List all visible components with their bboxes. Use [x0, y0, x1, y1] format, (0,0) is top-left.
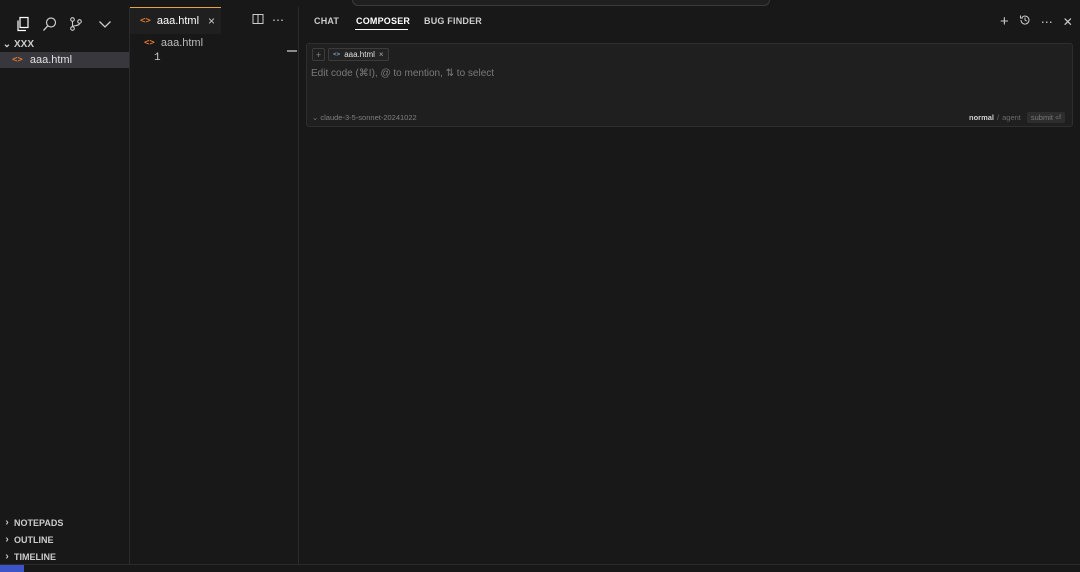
editor-actions: ⋯ — [252, 13, 284, 28]
section-label: OUTLINE — [14, 534, 54, 545]
chevron-right-icon: › — [5, 534, 9, 545]
source-control-icon[interactable] — [65, 13, 87, 35]
status-bar — [0, 564, 1080, 572]
sidebar: ⌄ XXX <> aaa.html › NOTEPADS › OUTLINE ›… — [0, 7, 130, 564]
close-icon[interactable]: × — [379, 50, 384, 59]
html-file-icon: <> — [140, 16, 151, 26]
minimap-marker — [287, 50, 297, 52]
tab-label: aaa.html — [156, 15, 200, 27]
mode-toggle: normal / agent submit ⏎ — [969, 112, 1066, 123]
explorer-root-folder[interactable]: ⌄ XXX — [0, 37, 129, 52]
command-center[interactable] — [352, 0, 770, 6]
line-number: 1 — [154, 52, 161, 64]
ai-pane: CHAT COMPOSER BUG FINDER + ⋯ ✕ + <> aaa.… — [299, 7, 1080, 564]
section-outline[interactable]: › OUTLINE — [0, 531, 129, 548]
section-timeline[interactable]: › TIMELINE — [0, 548, 129, 565]
active-tab-indicator — [355, 29, 408, 30]
composer-input[interactable]: Edit code (⌘I), @ to mention, ⇅ to selec… — [311, 68, 494, 79]
section-notepads[interactable]: › NOTEPADS — [0, 514, 129, 531]
breadcrumb[interactable]: <> aaa.html — [144, 37, 203, 49]
html-file-icon: <> — [12, 55, 23, 65]
chevron-right-icon: › — [5, 551, 9, 562]
split-editor-icon[interactable] — [252, 13, 264, 28]
pane-actions: + ⋯ ✕ — [1000, 13, 1073, 30]
explorer-icon[interactable] — [12, 13, 34, 35]
submit-button[interactable]: submit ⏎ — [1026, 112, 1066, 123]
close-icon[interactable]: ✕ — [1063, 15, 1073, 29]
new-chat-icon[interactable]: + — [1000, 13, 1009, 30]
add-context-button[interactable]: + — [312, 48, 325, 61]
breadcrumb-file: aaa.html — [160, 37, 204, 49]
search-icon[interactable] — [39, 13, 61, 35]
editor-group: <> aaa.html × ⋯ <> aaa.html 1 — [130, 7, 299, 564]
mode-separator: / — [997, 113, 1000, 122]
mode-normal[interactable]: normal — [969, 113, 994, 122]
tab-bug-finder[interactable]: BUG FINDER — [424, 16, 482, 26]
folder-name: XXX — [14, 39, 35, 50]
context-chip[interactable]: <> aaa.html × — [328, 48, 389, 61]
more-actions-icon[interactable]: ⋯ — [1041, 15, 1053, 29]
chevron-down-icon[interactable] — [94, 13, 116, 35]
tab-chat[interactable]: CHAT — [314, 16, 339, 26]
history-icon[interactable] — [1019, 14, 1031, 29]
file-name: aaa.html — [29, 54, 73, 66]
html-file-icon: <> — [333, 51, 341, 58]
tab-composer[interactable]: COMPOSER — [356, 16, 410, 26]
chevron-down-icon: ⌄ — [2, 39, 12, 50]
model-select[interactable]: ⌄ claude-3-5-sonnet-20241022 — [312, 113, 417, 122]
context-chip-label: aaa.html — [344, 50, 375, 59]
chevron-right-icon: › — [5, 517, 9, 528]
section-label: TIMELINE — [14, 551, 56, 562]
html-file-icon: <> — [144, 38, 155, 48]
editor-tab[interactable]: <> aaa.html × — [130, 7, 221, 34]
composer-box: + <> aaa.html × Edit code (⌘I), @ to men… — [306, 43, 1073, 127]
close-icon[interactable]: × — [208, 14, 215, 28]
more-actions-icon[interactable]: ⋯ — [272, 13, 284, 28]
file-item[interactable]: <> aaa.html — [0, 52, 129, 68]
model-name: claude-3-5-sonnet-20241022 — [320, 113, 417, 122]
mode-agent[interactable]: agent — [1002, 113, 1021, 122]
section-label: NOTEPADS — [14, 517, 64, 528]
